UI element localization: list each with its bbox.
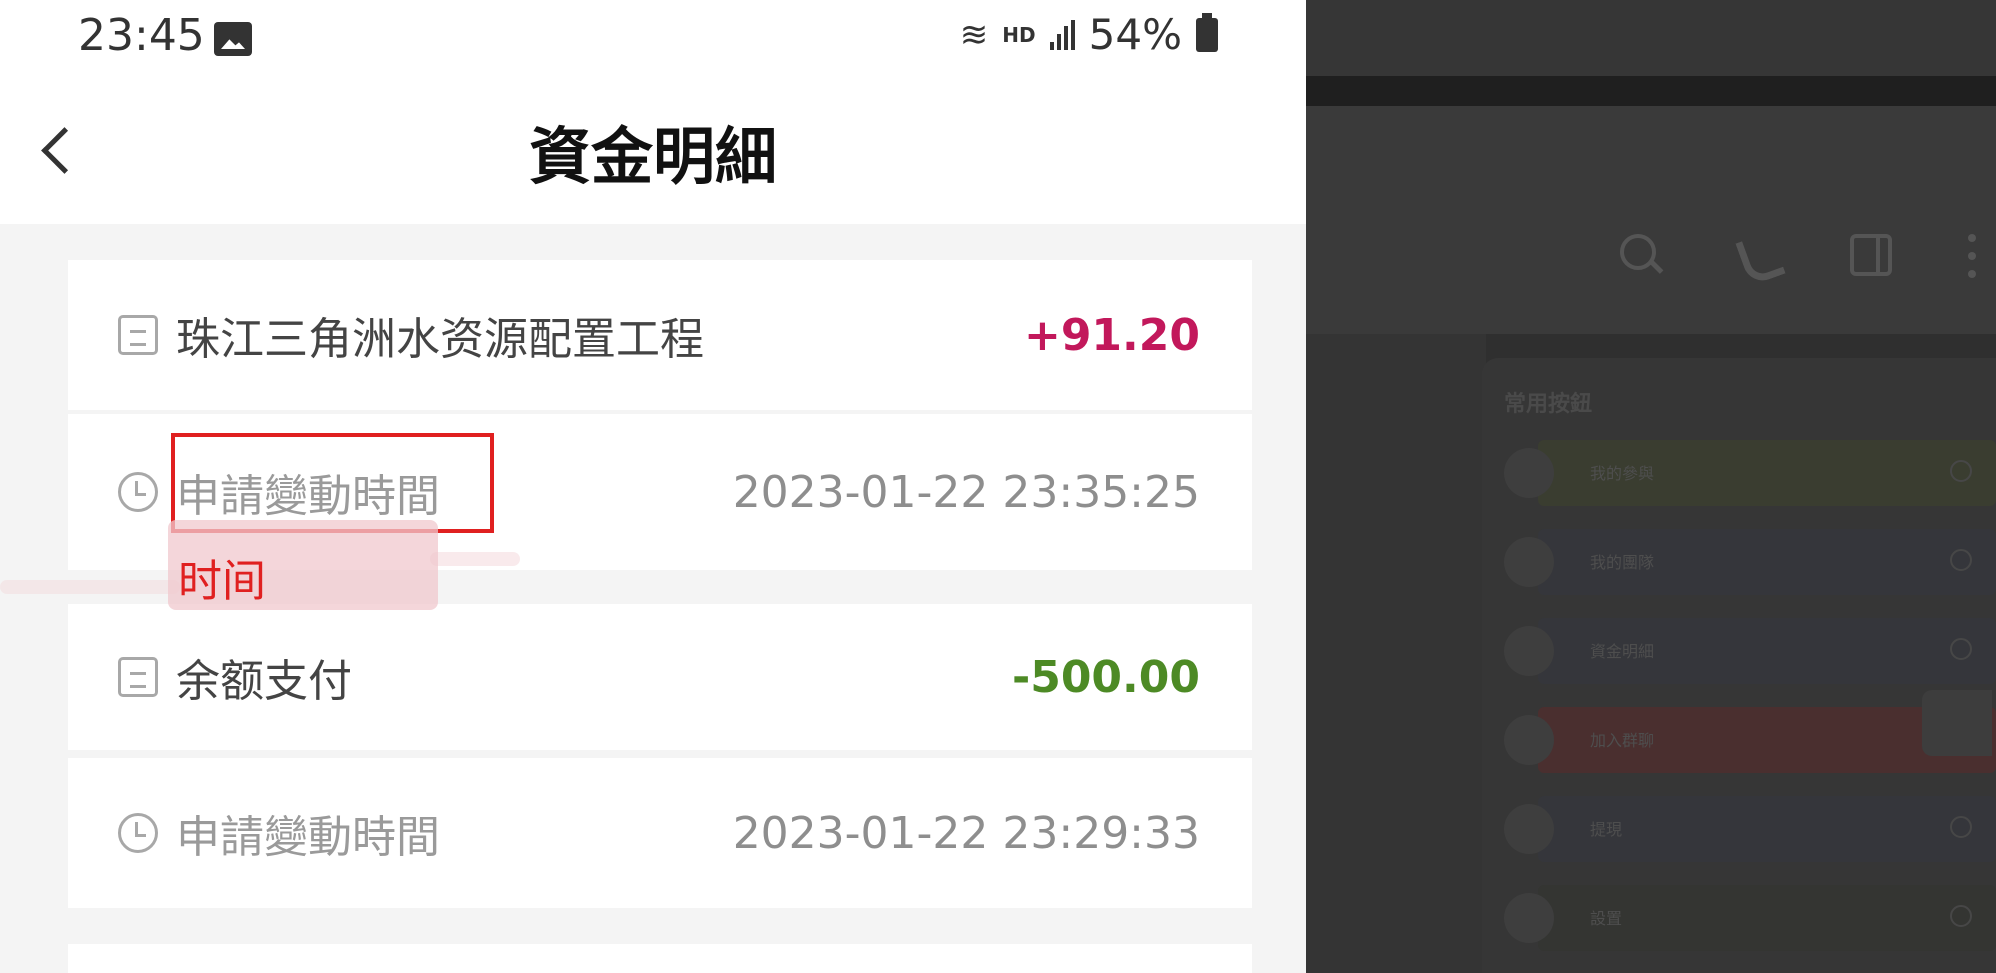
item-label: 資金明細 — [1590, 642, 1655, 661]
quick-actions-card: 常用按鈕 我的參與 我的團隊 資金明細 加入群聊 提現 設置 — [1482, 358, 1996, 973]
transaction-row[interactable]: 余额支付 -500.00 — [68, 604, 1252, 750]
background-app: 常用按鈕 我的參與 我的團隊 資金明細 加入群聊 提現 設置 — [1306, 0, 1996, 973]
time-row: 申請變動時間 2023-01-22 23:29:33 — [68, 758, 1252, 908]
chevron-right-icon — [1950, 905, 1972, 927]
row-left: 珠江三角洲水资源配置工程 — [118, 303, 704, 367]
transaction-row[interactable]: 珠江三角洲水资源配置工程 +91.20 — [68, 260, 1252, 410]
search-icon[interactable] — [1616, 230, 1666, 280]
signal-bars-icon — [1049, 19, 1075, 50]
item-label: 加入群聊 — [1590, 731, 1655, 750]
row-left: 余额支付 — [118, 645, 352, 709]
phone-screen: 23:45 ≋ HD 54% 資金明細 珠江三角洲水资源配置工程 +91.20 … — [0, 0, 1306, 973]
transaction-amount: +91.20 — [1023, 309, 1200, 361]
search-doc-icon — [1504, 804, 1554, 854]
network-label: HD — [1002, 22, 1036, 47]
quick-action-item[interactable]: 我的參與 — [1504, 440, 1996, 506]
team-icon — [1504, 537, 1554, 587]
blur-redaction — [0, 580, 180, 594]
quick-action-item[interactable]: 提現 — [1504, 796, 1996, 862]
quick-action-item[interactable]: 設置 — [1504, 885, 1996, 951]
document-icon — [118, 315, 158, 355]
battery-icon — [1196, 12, 1218, 52]
time-value: 2023-01-22 23:35:25 — [732, 466, 1200, 518]
transaction-amount: -500.00 — [1011, 651, 1200, 703]
page-title: 資金明細 — [528, 120, 777, 193]
tasks-icon — [1504, 448, 1554, 498]
time-value: 2023-01-22 23:29:33 — [732, 807, 1200, 859]
chevron-right-icon — [1950, 549, 1972, 571]
status-time: 23:45 — [78, 10, 205, 61]
title-bar: 資金明細 — [0, 76, 1306, 224]
transaction-title: 珠江三角洲水资源配置工程 — [176, 314, 704, 365]
document-icon — [118, 657, 158, 697]
app-divider — [1306, 76, 1996, 106]
item-label: 設置 — [1590, 909, 1623, 928]
chat-icon — [1504, 715, 1554, 765]
app-status-bar — [1306, 0, 1996, 76]
more-icon[interactable] — [1946, 230, 1996, 280]
chevron-right-icon — [1950, 638, 1972, 660]
clock-icon — [118, 813, 158, 853]
funds-icon — [1504, 626, 1554, 676]
battery-percent: 54% — [1088, 10, 1182, 59]
annotation-label: 时间 — [178, 556, 266, 607]
map-area — [1306, 334, 1486, 973]
item-label: 提現 — [1590, 820, 1623, 839]
app-toolbar — [1306, 106, 1996, 334]
item-label: 我的參與 — [1590, 464, 1655, 483]
phone-icon[interactable] — [1734, 230, 1784, 280]
status-indicators: ≋ HD 54% — [960, 10, 1218, 59]
image-notification-icon — [214, 22, 252, 56]
settings-icon — [1504, 893, 1554, 943]
chevron-right-icon — [1950, 816, 1972, 838]
status-bar: 23:45 ≋ HD 54% — [0, 0, 1306, 76]
transaction-row[interactable] — [68, 944, 1252, 973]
customer-service-button[interactable] — [1922, 690, 1992, 756]
item-label: 我的團隊 — [1590, 553, 1655, 572]
wifi-icon: ≋ — [959, 14, 989, 55]
time-label: 申請變動時間 — [176, 812, 440, 863]
transaction-title: 余额支付 — [176, 656, 352, 707]
quick-action-item[interactable]: 我的團隊 — [1504, 529, 1996, 595]
highlight-box — [171, 433, 494, 533]
quick-action-item[interactable]: 資金明細 — [1504, 618, 1996, 684]
split-view-icon[interactable] — [1846, 230, 1896, 280]
clock-icon — [118, 472, 158, 512]
chevron-right-icon — [1950, 460, 1972, 482]
card-title: 常用按鈕 — [1504, 392, 1593, 417]
blur-redaction — [430, 552, 520, 566]
row-left: 申請變動時間 — [118, 801, 440, 865]
